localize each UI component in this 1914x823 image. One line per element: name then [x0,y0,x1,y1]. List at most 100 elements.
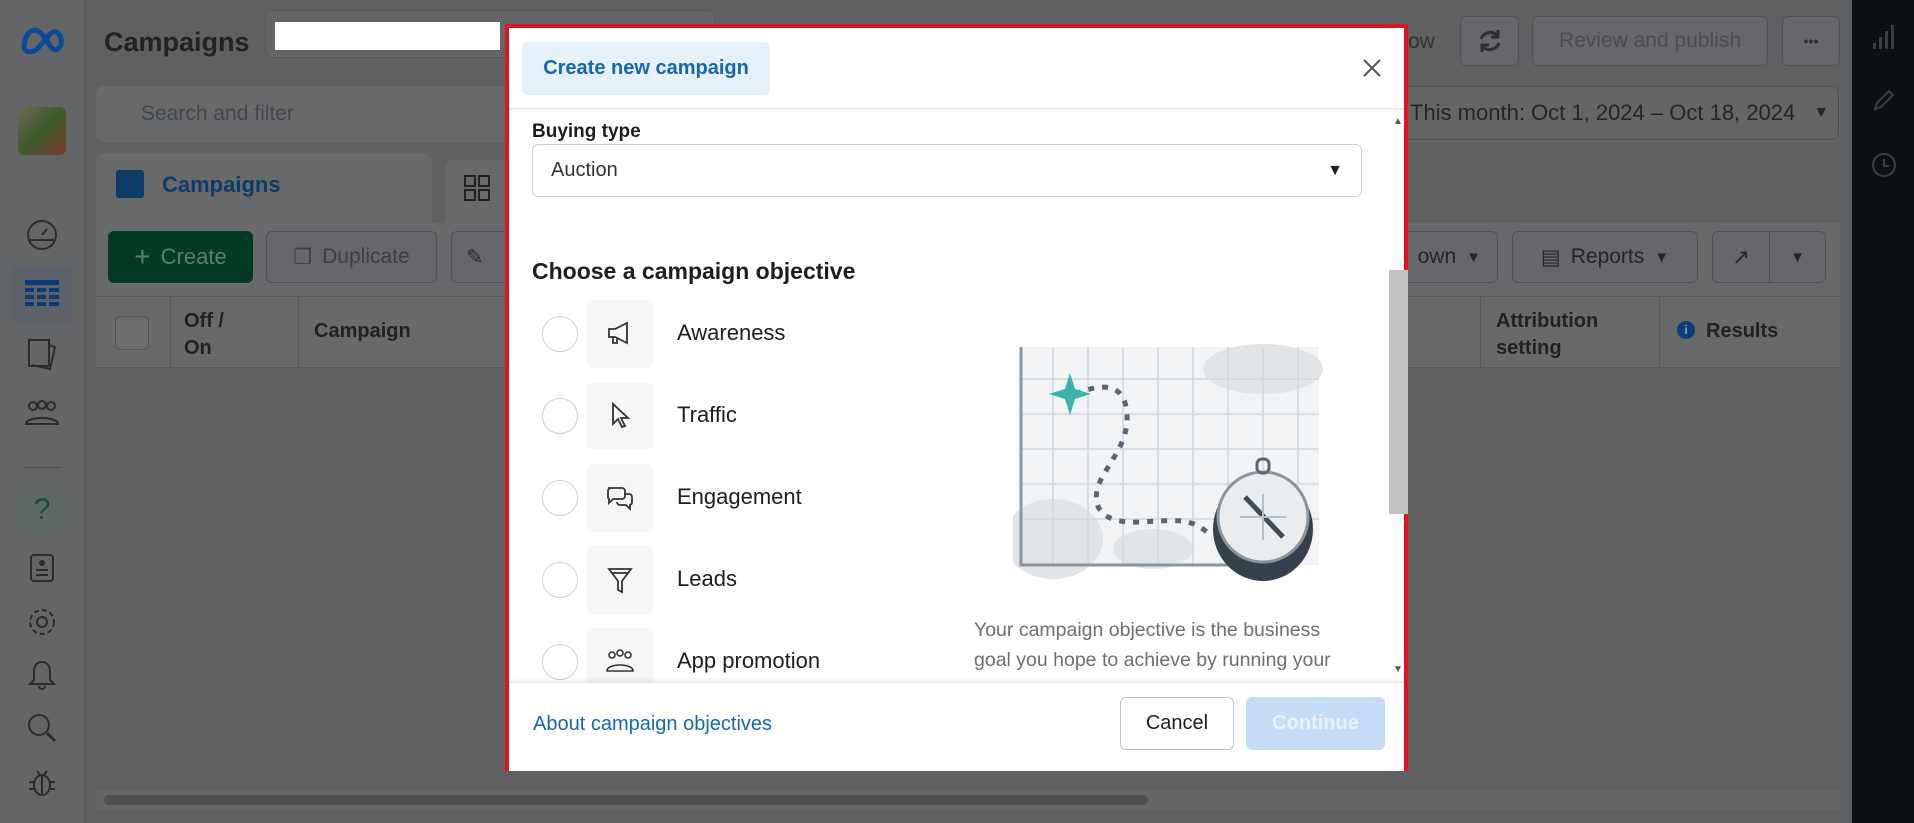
breakdown-label: own [1417,245,1457,268]
column-divider [1480,296,1481,367]
buying-type-label: Buying type [532,121,641,142]
page-title: Campaigns [104,27,250,57]
objective-description: Your campaign objective is the business … [974,619,1331,682]
bug-icon[interactable] [22,762,62,802]
duplicate-icon: ❐ [293,245,313,269]
tab-campaigns-label: Campaigns [162,172,281,197]
column-attribution[interactable]: Attribution setting [1496,308,1636,362]
column-off-on[interactable]: Off / On [184,308,244,362]
header-button-partial[interactable]: ow [1408,30,1435,54]
folder-icon [116,170,144,198]
objective-engagement[interactable]: Engagement [532,464,862,532]
column-divider [1659,296,1660,367]
objective-label: Leads [677,566,737,591]
pages-icon[interactable] [22,334,62,374]
dashboard-icon[interactable] [22,215,62,255]
notifications-icon[interactable] [22,655,62,695]
chevron-down-icon: ▼ [1654,248,1670,266]
create-button[interactable]: + Create [108,231,253,283]
modal-title: Create new campaign [522,42,770,95]
about-objectives-link[interactable]: About campaign objectives [533,713,772,736]
column-divider [170,296,171,367]
buying-type-select[interactable]: Auction ▼ [532,144,1362,197]
external-link-icon: ↗ [1732,245,1750,269]
grid-icon [462,173,492,203]
info-icon[interactable]: i [1677,321,1695,339]
scrollbar-thumb[interactable] [1389,270,1408,514]
reports-label: Reports [1570,245,1645,268]
buying-type-value: Auction [551,159,618,181]
modal-header: Create new campaign [509,28,1404,109]
pencil-icon[interactable] [1870,86,1898,114]
objective-traffic[interactable]: Traffic [532,382,862,450]
column-campaign[interactable]: Campaign [314,320,411,343]
duplicate-label: Duplicate [322,245,410,268]
radio-button[interactable] [542,480,578,516]
chat-bubbles-icon [586,464,654,532]
chevron-down-icon: ▼ [1327,161,1343,179]
pencil-icon: ✎ [466,245,484,269]
export-dropdown-button[interactable]: ▼ [1769,231,1826,283]
modal-body: Buying type Auction ▼ Choose a campaign … [509,110,1387,682]
left-sidebar: ? [0,0,85,823]
chevron-down-icon: ▼ [1790,248,1805,266]
scroll-up-arrow[interactable]: ▲ [1393,116,1403,127]
objective-label: Awareness [677,320,786,345]
objective-label: Engagement [677,484,802,509]
plus-icon: + [134,241,151,272]
settings-icon[interactable] [22,602,62,642]
news-icon[interactable] [22,548,62,588]
cancel-button[interactable]: Cancel [1120,697,1234,750]
funnel-icon [586,546,654,614]
search-icon[interactable] [22,708,62,748]
divider [23,467,61,468]
horizontal-scrollbar[interactable] [104,795,1148,805]
create-label: Create [160,244,227,269]
radio-button[interactable] [542,644,578,680]
refresh-button[interactable] [1460,16,1519,66]
search-input[interactable]: Search and filter [141,102,294,126]
radio-button[interactable] [542,562,578,598]
cursor-icon [586,382,654,450]
review-publish-button[interactable]: Review and publish [1532,16,1768,66]
reports-button[interactable]: ▤ Reports ▼ [1512,231,1698,283]
scroll-down-arrow[interactable]: ▼ [1393,664,1403,675]
megaphone-icon [586,300,654,368]
clock-icon[interactable] [1870,151,1898,179]
objective-app-promotion[interactable]: App promotion [532,628,862,682]
objective-leads[interactable]: Leads [532,546,862,614]
right-sidebar [1852,0,1914,823]
objective-heading: Choose a campaign objective [532,258,856,284]
radio-button[interactable] [542,316,578,352]
reports-icon: ▤ [1540,245,1561,269]
audiences-icon[interactable] [20,396,64,432]
create-campaign-modal: Create new campaign Buying type Auction … [505,24,1408,771]
column-divider [298,296,299,367]
campaigns-table-icon[interactable] [12,266,72,322]
modal-footer: About campaign objectives Cancel Continu… [509,682,1404,771]
chevron-down-icon: ▼ [1466,248,1481,266]
chevron-down-icon: ▼ [1813,104,1830,121]
duplicate-button[interactable]: ❐ Duplicate [266,231,437,283]
refresh-icon [1479,30,1500,52]
select-all-checkbox[interactable] [115,316,149,350]
modal-scrollbar[interactable]: ▲ ▼ [1389,110,1408,682]
account-avatar[interactable] [18,107,66,155]
help-icon[interactable]: ? [16,484,68,536]
radio-button[interactable] [542,398,578,434]
close-icon[interactable] [1354,50,1390,86]
more-button[interactable]: ••• [1782,16,1840,66]
redacted-account-name [275,22,500,50]
continue-button[interactable]: Continue [1246,697,1385,750]
map-compass-illustration [1013,344,1323,581]
objective-label: App promotion [677,648,821,673]
export-button[interactable]: ↗ [1712,231,1770,283]
column-results[interactable]: Results [1706,320,1778,343]
objective-awareness[interactable]: Awareness [532,300,862,368]
date-range-dropdown[interactable]: This month: Oct 1, 2024 – Oct 18, 2024 ▼ [1395,86,1839,140]
chart-icon[interactable] [1870,22,1898,52]
date-range-label: This month: Oct 1, 2024 – Oct 18, 2024 [1410,100,1796,125]
objective-label: Traffic [677,402,737,427]
people-icon [586,628,654,682]
meta-logo[interactable] [20,24,66,56]
